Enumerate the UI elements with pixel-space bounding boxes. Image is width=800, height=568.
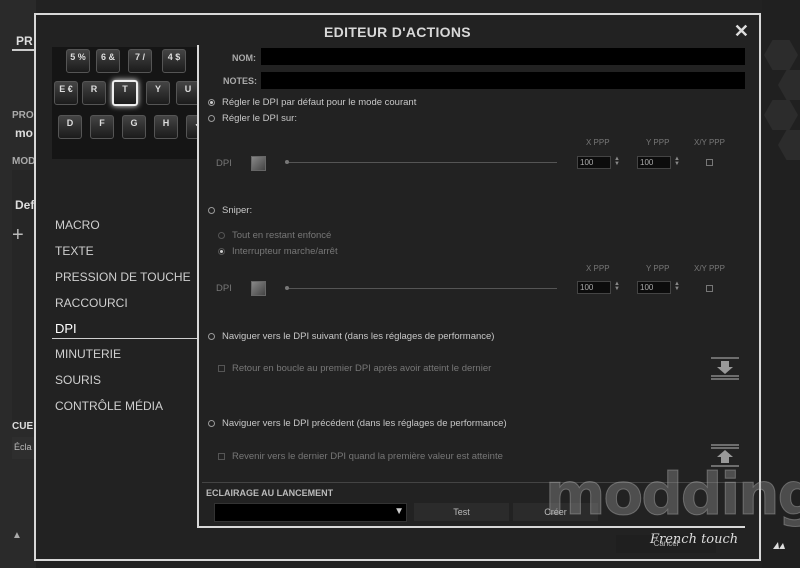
lighting-label: ECLAIRAGE AU LANCEMENT: [206, 488, 334, 498]
next-loop-checkbox[interactable]: [218, 365, 225, 372]
default-dpi-radio[interactable]: [208, 99, 215, 106]
lighting-select[interactable]: ▼: [214, 503, 407, 522]
notes-input[interactable]: [261, 72, 745, 89]
hex-decoration: [764, 100, 798, 130]
prev-loop-checkbox[interactable]: [218, 453, 225, 460]
sniper-x-dpi-input[interactable]: 100: [577, 281, 611, 294]
sniper-x-dpi-spinner[interactable]: ▲ ▼: [614, 281, 620, 292]
menu-item-souris[interactable]: SOURIS: [55, 373, 101, 387]
y-dpi-input[interactable]: 100: [637, 156, 671, 169]
bg-add-icon[interactable]: +: [12, 224, 24, 247]
menu-item-texte[interactable]: TEXTE: [55, 244, 94, 258]
y-ppp-header: Y PPP: [646, 138, 670, 147]
x-ppp-header-2: X PPP: [586, 264, 610, 273]
prev-dpi-label: Naviguer vers le DPI précédent (dans les…: [222, 418, 507, 429]
prev-loop-label: Revenir vers le dernier DPI quand la pre…: [232, 451, 503, 462]
watermark-subtitle: French touch: [650, 532, 739, 547]
y-dpi-spinner[interactable]: ▲ ▼: [674, 156, 680, 167]
test-button[interactable]: Test: [414, 503, 509, 521]
dpi-color-swatch[interactable]: [251, 156, 266, 171]
x-ppp-header: X PPP: [586, 138, 610, 147]
xy-ppp-header: X/Y PPP: [694, 138, 725, 147]
watermark-logo: modding.fr: [545, 460, 800, 529]
bg-text-eclairage: Écla: [14, 442, 32, 452]
dpi-slider-handle[interactable]: [285, 160, 289, 164]
hex-decoration: [778, 130, 800, 160]
chevron-down-icon: ▼: [394, 506, 404, 517]
sniper-slider-handle[interactable]: [285, 286, 289, 290]
sniper-color-swatch[interactable]: [251, 281, 266, 296]
sniper-xy-link-checkbox[interactable]: [706, 285, 713, 292]
close-icon[interactable]: ✕: [734, 21, 749, 42]
bg-scroll-up-icon[interactable]: ▲: [12, 530, 22, 541]
sniper-label: Sniper:: [222, 205, 253, 216]
set-dpi-label: Régler le DPI sur:: [222, 113, 297, 124]
sniper-y-dpi-spinner[interactable]: ▲ ▼: [674, 281, 680, 292]
action-type-menu: MACRO TEXTE PRESSION DE TOUCHE RACCOURCI…: [36, 15, 198, 559]
set-dpi-radio[interactable]: [208, 115, 215, 122]
next-dpi-radio[interactable]: [208, 333, 215, 340]
dpi-slider[interactable]: [287, 162, 557, 163]
next-loop-label: Retour en boucle au premier DPI après av…: [232, 363, 492, 374]
dpi-down-icon: [711, 357, 739, 380]
bg-text-mod: MOD: [12, 156, 36, 167]
x-dpi-input[interactable]: 100: [577, 156, 611, 169]
notes-label: NOTES:: [223, 76, 258, 86]
sniper-dpi-label: DPI: [216, 283, 232, 294]
sniper-toggle-label: Interrupteur marche/arrêt: [232, 246, 338, 257]
menu-item-pression-de-touche[interactable]: PRESSION DE TOUCHE: [55, 270, 191, 284]
sniper-hold-radio[interactable]: [218, 232, 225, 239]
nom-input[interactable]: [261, 48, 745, 65]
bg-text-mo: mo: [15, 126, 33, 140]
sniper-y-dpi-input[interactable]: 100: [637, 281, 671, 294]
bg-text-cue: CUE: [12, 421, 34, 432]
hex-decoration: [764, 40, 798, 70]
menu-item-dpi[interactable]: DPI: [55, 321, 77, 336]
menu-item-minuterie[interactable]: MINUTERIE: [55, 347, 121, 361]
bg-text-pr: PR: [16, 34, 33, 48]
xy-ppp-header-2: X/Y PPP: [694, 264, 725, 273]
nom-label: NOM:: [232, 53, 256, 63]
prev-dpi-radio[interactable]: [208, 420, 215, 427]
bg-text-pro: PRO: [12, 110, 34, 121]
sniper-radio[interactable]: [208, 207, 215, 214]
sniper-hold-label: Tout en restant enfoncé: [232, 230, 332, 241]
bg-underline: [12, 49, 36, 51]
sniper-toggle-radio[interactable]: [218, 248, 225, 255]
default-dpi-label: Régler le DPI par défaut pour le mode co…: [222, 97, 417, 108]
y-ppp-header-2: Y PPP: [646, 264, 670, 273]
menu-item-raccourci[interactable]: RACCOURCI: [55, 296, 128, 310]
sniper-slider[interactable]: [287, 288, 557, 289]
xy-link-checkbox[interactable]: [706, 159, 713, 166]
x-dpi-spinner[interactable]: ▲ ▼: [614, 156, 620, 167]
menu-item-controle-media[interactable]: CONTRÔLE MÉDIA: [55, 399, 163, 413]
corsair-sails-icon: [773, 542, 785, 549]
dpi-settings-panel: NOM: NOTES: Régler le DPI par défaut pou…: [197, 45, 745, 528]
dpi-label: DPI: [216, 158, 232, 169]
menu-item-macro[interactable]: MACRO: [55, 218, 100, 232]
bg-text-def: Def: [15, 198, 35, 212]
next-dpi-label: Naviguer vers le DPI suivant (dans les r…: [222, 331, 495, 342]
active-menu-underline: [52, 338, 198, 339]
hex-decoration: [778, 70, 800, 100]
